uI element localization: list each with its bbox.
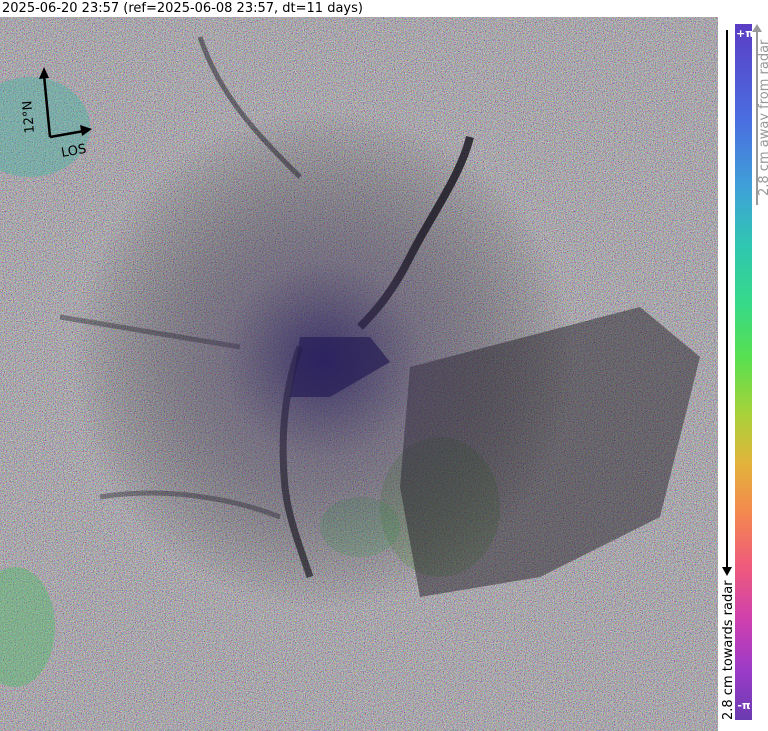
los-arrow-head-icon: [80, 125, 92, 136]
interferogram-image: [0, 17, 718, 731]
los-label: LOS: [60, 142, 87, 161]
towards-radar-label: 2.8 cm towards radar: [721, 580, 736, 720]
colorbar-top-label: +π: [736, 27, 754, 40]
north-los-compass: 12°N LOS: [20, 67, 92, 161]
north-arrow-line: [42, 74, 52, 138]
image-title: 2025-06-20 23:57 (ref=2025-06-08 23:57, …: [2, 1, 363, 16]
north-arrow-head-icon: [39, 67, 49, 79]
towards-arrow-line: [726, 30, 728, 570]
away-from-radar-label: 2.8 cm away from radar: [757, 39, 768, 196]
interferogram-map: 12°N LOS: [0, 17, 718, 731]
colorbar-bottom-label: -π: [737, 699, 751, 712]
towards-arrow-head-icon: [722, 567, 732, 576]
north-label: 12°N: [20, 100, 38, 134]
phase-colorbar: [735, 24, 752, 720]
los-arrow-line: [49, 129, 85, 139]
